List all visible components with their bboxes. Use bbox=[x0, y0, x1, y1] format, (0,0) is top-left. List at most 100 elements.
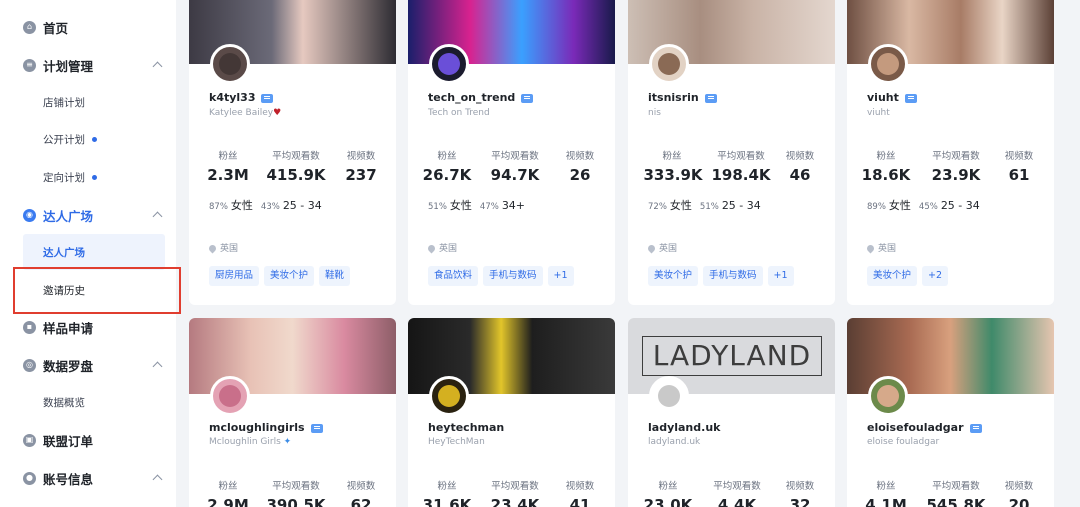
id-card-icon bbox=[310, 423, 323, 433]
nav-account-label: 账号信息 bbox=[43, 471, 94, 487]
nav-orders-label: 联盟订单 bbox=[43, 433, 94, 449]
tag[interactable]: 手机与数码 bbox=[483, 266, 543, 286]
nav-store-plan[interactable]: 店铺计划 bbox=[0, 84, 176, 120]
nav-home-label: 首页 bbox=[43, 20, 69, 36]
creator-card[interactable]: mcloughlingirls Mcloughlin Girls ✦ 粉丝 平均… bbox=[189, 318, 396, 507]
location: 英国 bbox=[646, 241, 677, 254]
location-pin-icon bbox=[646, 243, 657, 254]
creator-username[interactable]: itsnisrin bbox=[648, 91, 717, 104]
new-dot-icon bbox=[92, 175, 97, 180]
id-card-icon bbox=[904, 93, 917, 103]
compass-icon: ◎ bbox=[23, 358, 36, 372]
avg-views-label: 平均观看数 bbox=[717, 151, 765, 162]
creator-username[interactable]: ladyland.uk bbox=[648, 421, 720, 434]
avatar[interactable] bbox=[649, 376, 689, 416]
creator-username[interactable]: mcloughlingirls bbox=[209, 421, 323, 434]
avg-views-value: 198.4K bbox=[711, 166, 771, 184]
creator-username[interactable]: k4tyl33 bbox=[209, 91, 274, 104]
followers-value: 333.9K bbox=[643, 166, 703, 184]
category-tags: 厨房用品 美妆个护 鞋靴 bbox=[209, 266, 351, 286]
nav-sample-request[interactable]: ▪ 样品申请 bbox=[0, 309, 176, 345]
creator-card[interactable]: LADYLAND ladyland.uk ladyland.uk 粉丝 平均观看… bbox=[628, 318, 835, 507]
nav-account-info[interactable]: ● 账号信息 bbox=[0, 460, 176, 496]
nav-affiliate-orders[interactable]: ▣ 联盟订单 bbox=[0, 422, 176, 458]
nav-store-plan-label: 店铺计划 bbox=[43, 96, 85, 109]
nav-public-plan-label: 公开计划 bbox=[43, 133, 85, 146]
creator-card[interactable]: k4tyl33 Katylee Bailey♥ 粉丝 平均观看数 视频数 2.3… bbox=[189, 0, 396, 305]
nav-creator-label: 达人广场 bbox=[43, 208, 94, 224]
avatar[interactable] bbox=[429, 44, 469, 84]
nav-data-compass[interactable]: ◎ 数据罗盘 bbox=[0, 347, 176, 383]
nav-public-plan[interactable]: 公开计划 bbox=[0, 121, 176, 157]
avatar[interactable] bbox=[868, 376, 908, 416]
tag[interactable]: 美妆个护 bbox=[867, 266, 918, 286]
nav-creator-square[interactable]: ◉ 达人广场 bbox=[0, 197, 176, 233]
new-dot-icon bbox=[92, 137, 97, 142]
creator-card[interactable]: heytechman HeyTechMan 粉丝 平均观看数 视频数 31.6K… bbox=[408, 318, 615, 507]
followers-value: 2.3M bbox=[207, 166, 249, 184]
highlight-annotation bbox=[13, 267, 181, 314]
creator-display-name: ladyland.uk bbox=[648, 437, 701, 447]
category-tags: 食品饮料 手机与数码 +1 bbox=[428, 266, 574, 286]
nav-plan-management[interactable]: ≡ 计划管理 bbox=[0, 47, 176, 83]
followers-value: 31.6K bbox=[422, 496, 472, 507]
tag[interactable]: 厨房用品 bbox=[209, 266, 260, 286]
videos-value: 61 bbox=[1008, 166, 1030, 184]
id-card-icon bbox=[261, 93, 274, 103]
videos-value: 237 bbox=[345, 166, 377, 184]
avg-views-label: 平均观看数 bbox=[272, 481, 320, 492]
tag[interactable]: +1 bbox=[547, 266, 574, 286]
creator-username[interactable]: viuht bbox=[867, 91, 917, 104]
location-pin-icon bbox=[865, 243, 876, 254]
videos-label: 视频数 bbox=[565, 481, 595, 492]
nav-data-overview-label: 数据概览 bbox=[43, 396, 85, 409]
followers-label: 粉丝 bbox=[437, 481, 457, 492]
videos-label: 视频数 bbox=[346, 481, 376, 492]
tag[interactable]: 手机与数码 bbox=[703, 266, 763, 286]
nav-home[interactable]: ⌂ 首页 bbox=[0, 9, 176, 45]
videos-label: 视频数 bbox=[785, 481, 815, 492]
tag[interactable]: +2 bbox=[922, 266, 949, 286]
tag[interactable]: +1 bbox=[767, 266, 794, 286]
account-icon: ● bbox=[23, 471, 36, 485]
location-pin-icon bbox=[207, 243, 218, 254]
creator-card[interactable]: itsnisrin nis 粉丝 平均观看数 视频数 333.9K 198.4K… bbox=[628, 0, 835, 305]
avatar[interactable] bbox=[649, 44, 689, 84]
creator-icon: ◉ bbox=[23, 208, 36, 222]
avatar[interactable] bbox=[210, 44, 250, 84]
sample-icon: ▪ bbox=[23, 320, 36, 334]
creator-card[interactable]: tech_on_trend Tech on Trend 粉丝 平均观看数 视频数… bbox=[408, 0, 615, 305]
chevron-up-icon bbox=[152, 361, 163, 372]
videos-value: 32 bbox=[789, 496, 811, 507]
avg-views-label: 平均观看数 bbox=[713, 481, 761, 492]
home-icon: ⌂ bbox=[23, 20, 36, 34]
avatar[interactable] bbox=[210, 376, 250, 416]
tag[interactable]: 美妆个护 bbox=[648, 266, 699, 286]
nav-targeted-plan[interactable]: 定向计划 bbox=[0, 159, 176, 195]
creator-display-name: viuht bbox=[867, 108, 890, 118]
videos-value: 26 bbox=[569, 166, 591, 184]
creator-username[interactable]: heytechman bbox=[428, 421, 504, 434]
avg-views-value: 23.9K bbox=[931, 166, 981, 184]
tag[interactable]: 美妆个护 bbox=[264, 266, 315, 286]
location: 英国 bbox=[426, 241, 457, 254]
cover-logo-text: LADYLAND bbox=[642, 336, 822, 376]
creator-card[interactable]: eloisefouladgar eloise fouladgar 粉丝 平均观看… bbox=[847, 318, 1054, 507]
nav-data-overview[interactable]: 数据概览 bbox=[0, 384, 176, 420]
videos-value: 46 bbox=[789, 166, 811, 184]
followers-value: 2.9M bbox=[207, 496, 249, 507]
sidebar: ⌂ 首页 ≡ 计划管理 店铺计划 公开计划 定向计划 ◉ 达人广场 达人广场 邀… bbox=[0, 0, 176, 507]
nav-plan-label: 计划管理 bbox=[43, 58, 94, 74]
avatar[interactable] bbox=[429, 376, 469, 416]
followers-value: 23.0K bbox=[643, 496, 693, 507]
avatar[interactable] bbox=[868, 44, 908, 84]
tag[interactable]: 食品饮料 bbox=[428, 266, 479, 286]
tag[interactable]: 鞋靴 bbox=[319, 266, 351, 286]
category-tags: 美妆个护 +2 bbox=[867, 266, 949, 286]
nav-creator-square-sub-label: 达人广场 bbox=[43, 246, 85, 259]
creator-username[interactable]: eloisefouladgar bbox=[867, 421, 982, 434]
videos-label: 视频数 bbox=[1004, 151, 1034, 162]
nav-creator-square-sub[interactable]: 达人广场 bbox=[23, 234, 165, 270]
creator-username[interactable]: tech_on_trend bbox=[428, 91, 534, 104]
creator-card[interactable]: viuht viuht 粉丝 平均观看数 视频数 18.6K 23.9K 61 … bbox=[847, 0, 1054, 305]
